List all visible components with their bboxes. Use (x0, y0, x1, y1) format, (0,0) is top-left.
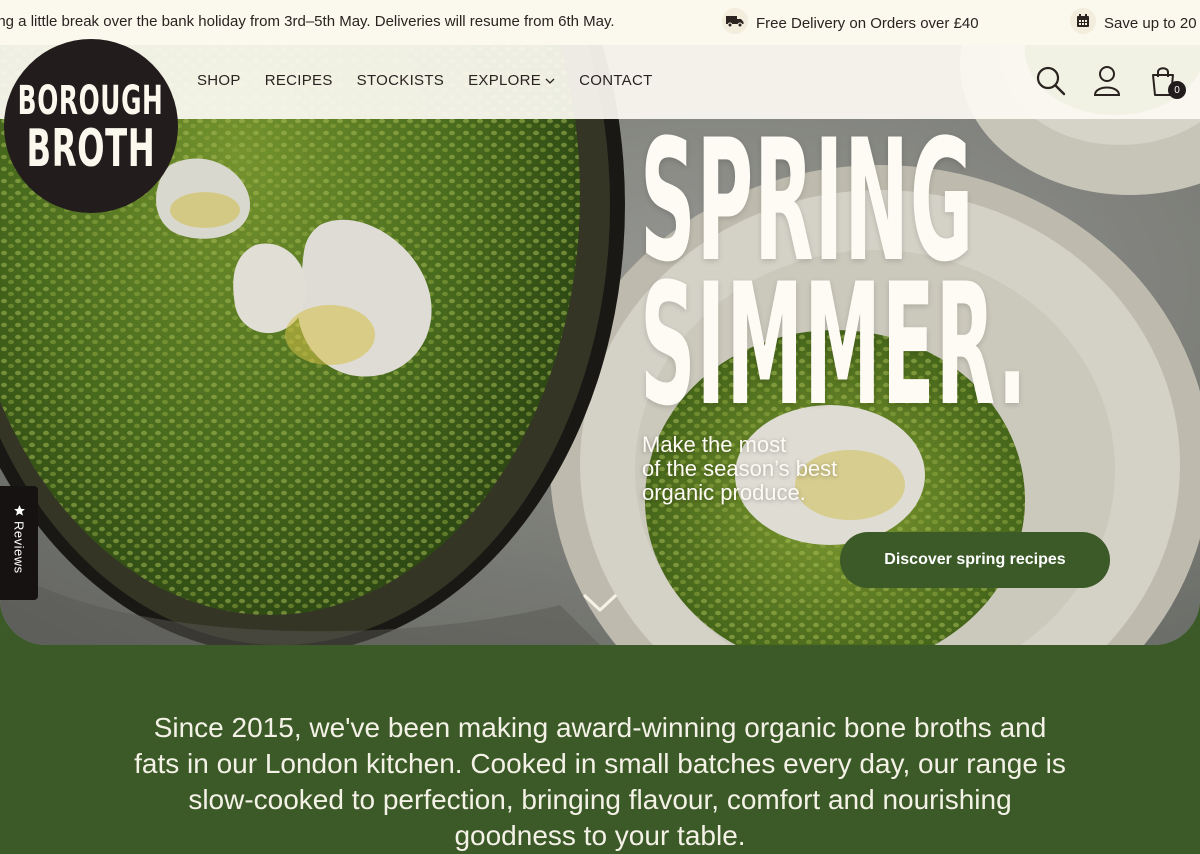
hero-banner: SHOP RECIPES STOCKISTS EXPLORE CONTACT 0… (0, 45, 1200, 645)
nav-menu: SHOP RECIPES STOCKISTS EXPLORE CONTACT (197, 72, 653, 89)
nav-item-contact[interactable]: CONTACT (579, 72, 652, 89)
reviews-tab[interactable]: Reviews (0, 486, 38, 600)
hero-headline-line2: SIMMER. (640, 247, 1028, 443)
save-text: Save up to 20 (1104, 15, 1197, 32)
nav-item-explore[interactable]: EXPLORE (468, 72, 555, 89)
hero-subheading: Make the most of the season’s best organ… (642, 433, 902, 505)
delivery-text: Free Delivery on Orders over £40 (756, 15, 979, 32)
hero-sub-line3: organic produce. (642, 480, 806, 505)
star-icon (13, 505, 25, 516)
cart-icon[interactable]: 0 (1148, 65, 1186, 99)
brand-logo-line1: BOROUGH (18, 77, 164, 124)
hero-sub-line2: of the season’s best (642, 456, 838, 481)
reviews-tab-label: Reviews (11, 521, 27, 574)
nav-item-shop[interactable]: SHOP (197, 72, 241, 89)
nav-item-stockists[interactable]: STOCKISTS (357, 72, 444, 89)
announcement-bar: ing a little break over the bank holiday… (0, 0, 1200, 45)
intro-paragraph: Since 2015, we've been making award-winn… (134, 712, 1066, 851)
cart-count-badge: 0 (1168, 81, 1186, 99)
hero-headline: SPRING SIMMER. (640, 117, 1028, 443)
announcement-message-holiday: ing a little break over the bank holiday… (0, 13, 615, 30)
scroll-down-chevron-icon[interactable] (582, 591, 618, 620)
account-icon[interactable] (1092, 65, 1122, 97)
nav-item-explore-label: EXPLORE (468, 72, 542, 89)
truck-icon (722, 8, 748, 34)
main-navigation: SHOP RECIPES STOCKISTS EXPLORE CONTACT 0 (0, 45, 1200, 119)
nav-item-recipes[interactable]: RECIPES (265, 72, 333, 89)
chevron-down-icon (545, 78, 555, 84)
announcement-message-delivery: Free Delivery on Orders over £40 (722, 8, 979, 34)
announcement-message-save: Save up to 20 (1070, 8, 1197, 34)
search-icon[interactable] (1036, 65, 1066, 97)
discover-spring-recipes-button[interactable]: Discover spring recipes (840, 532, 1110, 588)
brand-logo-line2: BROTH (26, 118, 156, 179)
calendar-icon (1070, 8, 1096, 34)
nav-utility-icons: 0 (1036, 65, 1186, 99)
hero-sub-line1: Make the most (642, 432, 787, 457)
brand-logo[interactable]: BOROUGH BROTH (4, 39, 178, 213)
